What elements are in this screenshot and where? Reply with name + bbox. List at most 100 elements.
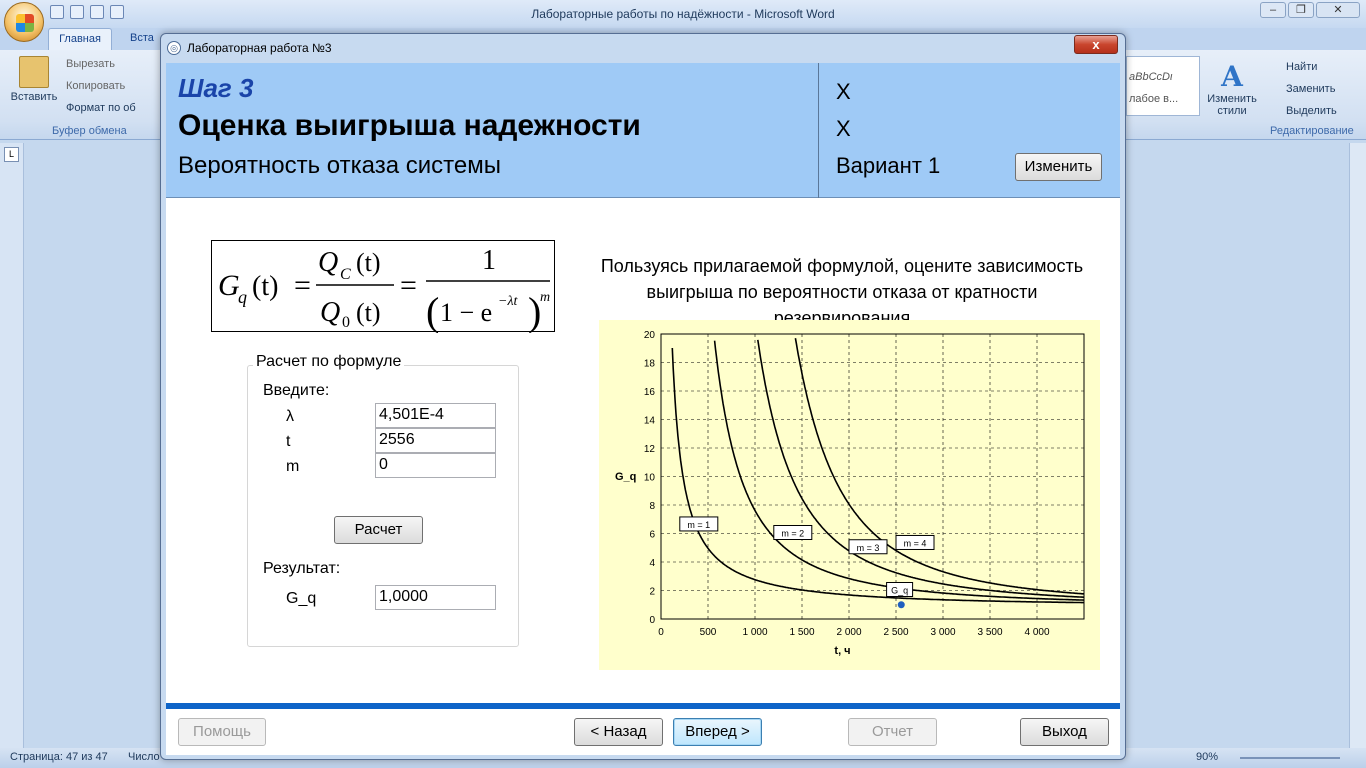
- page-subtitle: Вероятность отказа системы: [178, 152, 501, 179]
- step-header: Шаг 3 Оценка выигрыша надежности Вероятн…: [166, 63, 1120, 198]
- enter-label: Введите:: [263, 382, 330, 399]
- x-tick-label: 3 000: [930, 627, 955, 638]
- editing-group-label: Редактирование: [1270, 125, 1354, 137]
- y-tick-label: 16: [644, 387, 656, 398]
- student-field-1: X: [836, 79, 851, 104]
- status-page[interactable]: Страница: 47 из 47: [10, 751, 108, 763]
- spelling-icon[interactable]: [110, 5, 124, 19]
- redo-icon[interactable]: [90, 5, 104, 19]
- select-button[interactable]: Выделить: [1270, 100, 1337, 122]
- series-label: m = 2: [781, 529, 804, 539]
- y-tick-label: 8: [649, 501, 655, 512]
- t-input[interactable]: 2556: [375, 428, 496, 453]
- word-titlebar: Лабораторные работы по надёжности - Micr…: [0, 0, 1366, 28]
- formula-svg: G q (t) = Q C (t) Q 0 (t) = 1 ( 1 − e −λ…: [218, 245, 550, 333]
- formula-den2: 1 − e: [440, 298, 492, 327]
- replace-button[interactable]: Заменить: [1270, 78, 1337, 100]
- format-painter-button[interactable]: Формат по об: [66, 102, 136, 114]
- help-button[interactable]: Помощь: [178, 718, 266, 746]
- cut-button[interactable]: Вырезать: [66, 58, 115, 70]
- formula-eq1: =: [294, 269, 311, 302]
- gq-output: 1,0000: [375, 585, 496, 610]
- lab-dialog: ◎ Лабораторная работа №3 x Шаг 3 Оценка …: [160, 33, 1126, 760]
- y-tick-label: 2: [649, 587, 655, 598]
- page-title: Оценка выигрыша надежности: [178, 109, 641, 142]
- dialog-content: Шаг 3 Оценка выигрыша надежности Вероятн…: [166, 63, 1120, 755]
- calc-group-title: Расчет по формуле: [253, 353, 405, 371]
- word-window-controls: – ❐ ✕: [1260, 2, 1360, 18]
- change-styles-button[interactable]: A Изменить стили: [1202, 60, 1262, 117]
- series-label: m = 1: [687, 520, 710, 530]
- series-label: m = 3: [857, 543, 880, 553]
- vertical-ruler: [0, 143, 24, 748]
- word-window-title: Лабораторные работы по надёжности - Micr…: [531, 7, 835, 21]
- formula-power: m: [540, 290, 550, 305]
- dialog-title: Лабораторная работа №3: [187, 41, 332, 55]
- lambda-label: λ: [286, 408, 294, 425]
- formula-den-arg: (t): [356, 298, 381, 327]
- m-input[interactable]: 0: [375, 453, 496, 478]
- status-words[interactable]: Число: [128, 751, 160, 763]
- formula-num-arg: (t): [356, 248, 381, 277]
- paste-button[interactable]: Вставить: [10, 56, 58, 103]
- exit-button[interactable]: Выход: [1020, 718, 1109, 746]
- change-styles-icon: A: [1221, 60, 1243, 93]
- series-label: m = 4: [904, 538, 927, 548]
- x-tick-label: 0: [658, 627, 664, 638]
- maximize-button[interactable]: ❐: [1288, 2, 1314, 18]
- formula-den-sub: 0: [342, 314, 350, 331]
- tab-selector[interactable]: L: [4, 147, 19, 162]
- x-tick-label: 500: [700, 627, 717, 638]
- save-icon[interactable]: [50, 5, 64, 19]
- y-tick-label: 4: [649, 558, 655, 569]
- x-tick-label: 4 000: [1024, 627, 1049, 638]
- zoom-slider[interactable]: [1240, 757, 1340, 759]
- student-field-2: X: [836, 116, 851, 141]
- x-tick-label: 1 000: [742, 627, 767, 638]
- styles-gallery[interactable]: aBbCcDι лабое в...: [1126, 56, 1200, 116]
- y-tick-label: 10: [644, 473, 656, 484]
- header-divider: [818, 63, 819, 198]
- back-button[interactable]: < Назад: [574, 718, 663, 746]
- report-button[interactable]: Отчет: [848, 718, 937, 746]
- y-tick-label: 0: [649, 615, 655, 626]
- zoom-level[interactable]: 90%: [1196, 751, 1218, 763]
- minimize-button[interactable]: –: [1260, 2, 1286, 18]
- office-logo-icon: [16, 14, 34, 32]
- change-variant-button[interactable]: Изменить: [1015, 153, 1102, 181]
- tab-home[interactable]: Главная: [48, 28, 112, 50]
- next-button[interactable]: Вперед >: [673, 718, 762, 746]
- formula-lhs-sub: q: [238, 287, 247, 307]
- lambda-input[interactable]: 4,501E-4: [375, 403, 496, 428]
- y-tick-label: 20: [644, 330, 656, 341]
- gain-chart: 0 500 1 000 1 500 2 000 2 500 3 000 3 500 4 000 0…: [599, 320, 1100, 670]
- formula-eq2: =: [400, 269, 417, 302]
- t-label: t: [286, 433, 291, 450]
- calc-button[interactable]: Расчет: [334, 516, 423, 544]
- styles-preview: aBbCcDι: [1129, 71, 1173, 83]
- close-button[interactable]: ✕: [1316, 2, 1360, 18]
- x-axis-label: t, ч: [834, 645, 850, 657]
- paste-label: Вставить: [10, 91, 58, 103]
- x-tick-label: 3 500: [977, 627, 1002, 638]
- y-tick-label: 6: [649, 530, 655, 541]
- formula-den: Q: [320, 297, 340, 328]
- gq-label: G_q: [286, 590, 317, 607]
- dialog-close-button[interactable]: x: [1074, 35, 1118, 54]
- chart-svg: 0 500 1 000 1 500 2 000 2 500 3 000 3 500 4 000 0…: [615, 330, 1085, 657]
- series-label: G_q: [891, 586, 908, 596]
- result-label: Результат:: [263, 560, 341, 577]
- formula-exp: −λt: [498, 294, 519, 309]
- change-styles-label: Изменить стили: [1207, 93, 1257, 117]
- formula-num-sub: C: [340, 266, 351, 283]
- styles-caption: лабое в...: [1129, 93, 1179, 105]
- y-axis-label: G_q: [615, 471, 636, 483]
- editing-group: Найти Заменить Выделить: [1270, 56, 1337, 122]
- office-button[interactable]: [4, 2, 44, 42]
- vertical-scrollbar[interactable]: [1349, 143, 1366, 748]
- copy-button[interactable]: Копировать: [66, 80, 125, 92]
- find-button[interactable]: Найти: [1270, 56, 1337, 78]
- undo-icon[interactable]: [70, 5, 84, 19]
- formula-one: 1: [482, 245, 496, 276]
- tab-insert[interactable]: Вста: [130, 32, 154, 44]
